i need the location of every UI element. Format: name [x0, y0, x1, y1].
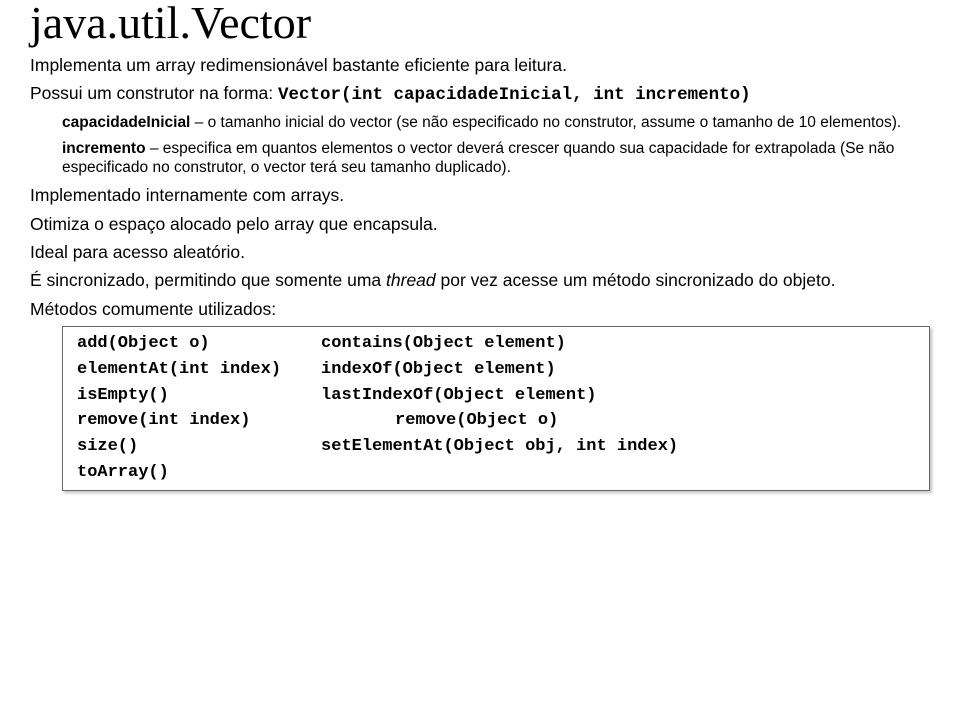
method-item: indexOf(Object element): [321, 359, 678, 381]
sync-italic: thread: [386, 270, 436, 290]
paragraph-sync: É sincronizado, permitindo que somente u…: [30, 269, 930, 291]
method-item: add(Object o): [77, 333, 281, 355]
slide-body: Implementa um array redimensionável bast…: [30, 54, 930, 491]
method-item: isEmpty(): [77, 385, 281, 407]
subparam-capacidade: capacidadeInicial – o tamanho inicial do…: [62, 113, 930, 133]
subparam-incremento-name: incremento: [62, 140, 146, 157]
sync-text-a: É sincronizado, permitindo que somente u…: [30, 270, 386, 290]
constructor-text: Possui um construtor na forma:: [30, 83, 278, 103]
method-item: contains(Object element): [321, 333, 678, 355]
subparam-capacidade-name: capacidadeInicial: [62, 114, 190, 131]
paragraph-impl: Implementado internamente com arrays.: [30, 184, 930, 206]
method-item: remove(Object o): [395, 410, 678, 432]
subparam-incremento: incremento – especifica em quantos eleme…: [62, 139, 930, 179]
paragraph-random: Ideal para acesso aleatório.: [30, 241, 930, 263]
method-item: lastIndexOf(Object element): [321, 385, 678, 407]
subparam-capacidade-desc: – o tamanho inicial do vector (se não es…: [190, 114, 901, 131]
method-item: setElementAt(Object obj, int index): [321, 436, 678, 458]
slide: java.util.Vector Implementa um array red…: [0, 0, 960, 511]
method-item: toArray(): [77, 462, 281, 484]
subparam-incremento-desc: – especifica em quantos elementos o vect…: [62, 140, 894, 177]
method-item: elementAt(int index): [77, 359, 281, 381]
methods-col-1: add(Object o) elementAt(int index) isEmp…: [77, 333, 281, 484]
paragraph-constructor: Possui um construtor na forma: Vector(in…: [30, 82, 930, 106]
methods-box: add(Object o) elementAt(int index) isEmp…: [62, 326, 930, 491]
paragraph-methods-heading: Métodos comumente utilizados:: [30, 298, 930, 320]
method-item: size(): [77, 436, 281, 458]
methods-col-2: contains(Object element) indexOf(Object …: [321, 333, 678, 484]
sync-text-b: por vez acesse um método sincronizado do…: [436, 270, 836, 290]
paragraph-space: Otimiza o espaço alocado pelo array que …: [30, 213, 930, 235]
paragraph-intro: Implementa um array redimensionável bast…: [30, 54, 930, 76]
slide-title: java.util.Vector: [30, 0, 930, 46]
method-item: remove(int index): [77, 410, 281, 432]
constructor-code: Vector(int capacidadeInicial, int increm…: [278, 85, 751, 105]
